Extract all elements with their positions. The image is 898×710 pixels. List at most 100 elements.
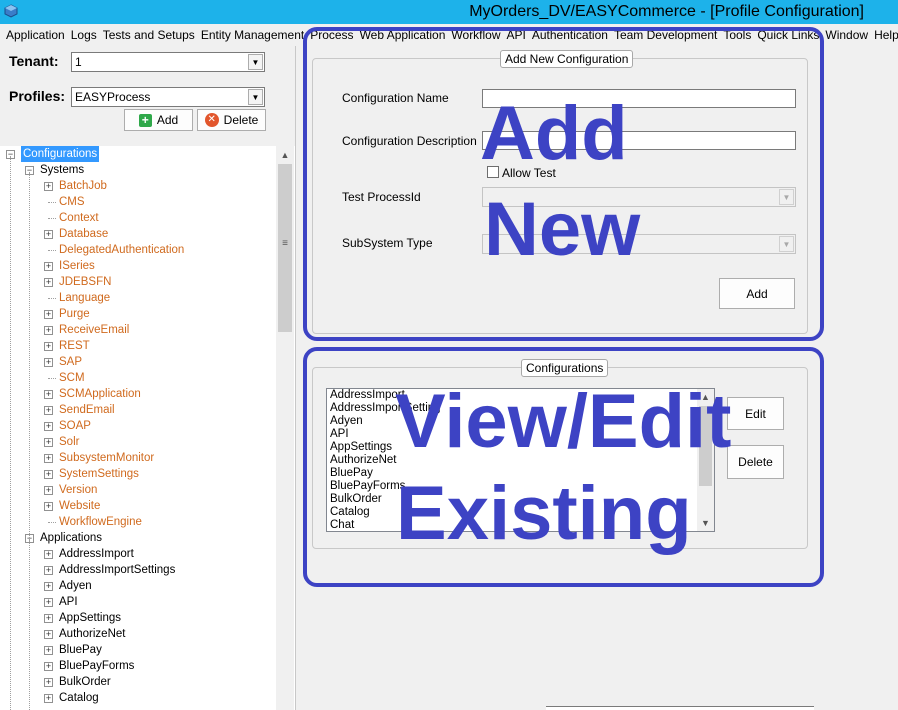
expand-icon[interactable]: + — [44, 566, 53, 575]
status-strip — [546, 706, 814, 710]
tree-item-system[interactable]: JDEBSFN — [59, 274, 111, 290]
menu-logs[interactable]: Logs — [68, 24, 100, 46]
profiles-select[interactable]: EASYProcess ▼ — [71, 87, 265, 107]
expand-icon[interactable]: + — [44, 614, 53, 623]
tree-item-system[interactable]: WorkflowEngine — [59, 514, 142, 530]
tree-item-system[interactable]: REST — [59, 338, 90, 354]
tree-item-application[interactable]: BluePay — [59, 642, 102, 658]
tree-item-system[interactable]: SOAP — [59, 418, 91, 434]
tree-item-application[interactable]: AddressImport — [59, 546, 134, 562]
tree-item-system[interactable]: CMS — [59, 194, 85, 210]
expand-icon[interactable]: + — [44, 278, 53, 287]
expand-icon[interactable]: + — [44, 470, 53, 479]
expand-icon[interactable]: + — [44, 646, 53, 655]
expand-icon[interactable]: + — [44, 662, 53, 671]
expand-icon[interactable]: + — [44, 310, 53, 319]
tree-item-system[interactable]: ReceiveEmail — [59, 322, 129, 338]
tree-item-application[interactable]: Adyen — [59, 578, 92, 594]
expand-icon[interactable]: + — [44, 502, 53, 511]
tree-item-system[interactable]: SendEmail — [59, 402, 115, 418]
tenant-label: Tenant: — [9, 53, 59, 69]
tree-item-application[interactable]: AuthorizeNet — [59, 626, 125, 642]
menu-help[interactable]: Help — [871, 24, 898, 46]
expand-icon[interactable]: + — [44, 454, 53, 463]
expand-icon[interactable]: + — [44, 390, 53, 399]
expand-icon[interactable]: + — [44, 438, 53, 447]
tree-node-systems[interactable]: Systems — [40, 162, 84, 178]
chevron-down-icon[interactable]: ▼ — [248, 54, 263, 70]
window-title: MyOrders_DV/EASYCommerce - [Profile Conf… — [469, 3, 864, 20]
tree-item-application[interactable]: BluePayForms — [59, 658, 134, 674]
expand-icon[interactable]: + — [44, 262, 53, 271]
expand-icon[interactable]: + — [44, 358, 53, 367]
tree-root-configurations[interactable]: Configurations — [21, 146, 100, 162]
title-bar: MyOrders_DV/EASYCommerce - [Profile Conf… — [0, 0, 898, 24]
view-edit-annotation-line2: Existing — [396, 471, 692, 556]
expand-icon[interactable]: + — [44, 582, 53, 591]
profiles-value: EASYProcess — [75, 90, 151, 104]
delete-profile-button[interactable]: ✕ Delete — [197, 109, 266, 131]
grip-icon: ≡ — [282, 238, 288, 249]
tree-item-system[interactable]: BatchJob — [59, 178, 107, 194]
tree-item-system[interactable]: SubsystemMonitor — [59, 450, 154, 466]
tree-connector — [48, 250, 56, 251]
menu-entity-management[interactable]: Entity Management — [198, 24, 307, 46]
expand-icon[interactable]: + — [44, 230, 53, 239]
tree-item-system[interactable]: Solr — [59, 434, 79, 450]
profiles-label: Profiles: — [9, 88, 66, 104]
scroll-up-icon[interactable]: ▲ — [276, 146, 294, 164]
tenant-value: 1 — [75, 55, 82, 69]
app-icon — [4, 4, 18, 18]
profile-selector-panel: Tenant: 1 ▼ Profiles: EASYProcess ▼ + Ad… — [0, 46, 296, 146]
expand-icon[interactable]: + — [44, 630, 53, 639]
tree-item-application[interactable]: Catalog — [59, 690, 99, 706]
tree-item-system[interactable]: Version — [59, 482, 97, 498]
tree-item-system[interactable]: SAP — [59, 354, 82, 370]
tree-scrollbar[interactable]: ▲ ≡ — [276, 146, 294, 710]
tree-item-system[interactable]: Purge — [59, 306, 90, 322]
tree-item-system[interactable]: Database — [59, 226, 108, 242]
tree-node-applications[interactable]: Applications — [40, 530, 102, 546]
configuration-tree[interactable]: − Configurations − Systems + BatchJob CMS Conte… — [0, 146, 296, 710]
tree-item-system[interactable]: Context — [59, 210, 99, 226]
plus-icon: + — [138, 113, 152, 127]
tree-item-system[interactable]: ISeries — [59, 258, 95, 274]
expand-icon[interactable]: + — [44, 342, 53, 351]
expand-icon[interactable]: + — [44, 678, 53, 687]
tree-item-system[interactable]: Website — [59, 498, 100, 514]
expand-icon[interactable]: + — [44, 694, 53, 703]
tree-connector — [48, 378, 56, 379]
tree-item-system[interactable]: SCMApplication — [59, 386, 141, 402]
tree-item-system[interactable]: Language — [59, 290, 110, 306]
tree-guide-line — [10, 156, 11, 710]
tree-item-system[interactable]: SCM — [59, 370, 85, 386]
expand-icon[interactable]: + — [44, 182, 53, 191]
tree-item-system[interactable]: SystemSettings — [59, 466, 139, 482]
view-edit-annotation-line1: View/Edit — [395, 379, 732, 464]
tree-connector — [48, 218, 56, 219]
add-new-highlight — [303, 27, 824, 341]
menu-tests-and-setups[interactable]: Tests and Setups — [100, 24, 198, 46]
add-new-annotation-line2: New — [484, 187, 641, 272]
expand-icon[interactable]: + — [44, 550, 53, 559]
tree-item-application[interactable]: AppSettings — [59, 610, 121, 626]
tree-connector — [48, 298, 56, 299]
expand-icon[interactable]: + — [44, 486, 53, 495]
tree-item-application[interactable]: API — [59, 594, 78, 610]
delete-profile-label: Delete — [223, 113, 259, 127]
chevron-down-icon[interactable]: ▼ — [248, 89, 263, 105]
tree-connector — [48, 522, 56, 523]
tree-item-application[interactable]: BulkOrder — [59, 674, 111, 690]
expand-icon[interactable]: + — [44, 422, 53, 431]
menu-application[interactable]: Application — [3, 24, 68, 46]
expand-icon[interactable]: + — [44, 406, 53, 415]
tree-guide-line — [29, 172, 30, 540]
menu-window[interactable]: Window — [822, 24, 871, 46]
tree-item-system[interactable]: DelegatedAuthentication — [59, 242, 184, 258]
add-profile-button[interactable]: + Add — [124, 109, 193, 131]
expand-icon[interactable]: + — [44, 326, 53, 335]
tree-item-application[interactable]: AddressImportSettings — [59, 562, 175, 578]
delete-icon: ✕ — [204, 113, 219, 127]
tenant-select[interactable]: 1 ▼ — [71, 52, 265, 72]
expand-icon[interactable]: + — [44, 598, 53, 607]
